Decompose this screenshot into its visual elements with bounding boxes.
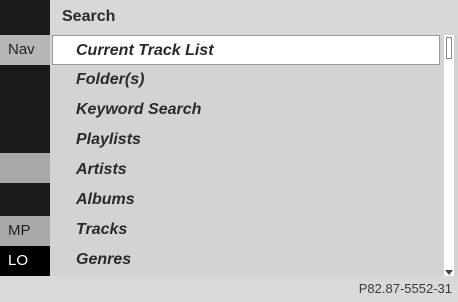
- background-menu: Nav MP LO: [0, 0, 50, 276]
- list-item-keyword-search[interactable]: Keyword Search: [50, 95, 442, 125]
- background-menu-blank-2: [0, 65, 50, 153]
- background-menu-blank: [0, 0, 50, 35]
- media-screen: Nav MP LO Search Current Track List Fold…: [0, 0, 458, 276]
- list-item-playlists[interactable]: Playlists: [50, 125, 442, 155]
- triangle-down-icon[interactable]: [445, 270, 453, 275]
- list-item-tracks[interactable]: Tracks: [50, 215, 442, 245]
- search-list: Current Track List Folder(s) Keyword Sea…: [50, 35, 448, 276]
- background-menu-item-mp[interactable]: MP: [0, 216, 50, 246]
- list-item-genres[interactable]: Genres: [50, 245, 442, 275]
- list-item-current-track-list[interactable]: Current Track List: [52, 35, 440, 65]
- figure-code: P82.87-5552-31: [358, 281, 452, 296]
- background-menu-item-nav[interactable]: Nav: [0, 35, 50, 65]
- background-menu-blank-3: [0, 183, 50, 216]
- scrollbar[interactable]: [444, 35, 454, 276]
- list-item-folders[interactable]: Folder(s): [50, 65, 442, 95]
- search-header: Search: [50, 0, 458, 35]
- list-item-albums[interactable]: Albums: [50, 185, 442, 215]
- background-menu-item-highlight[interactable]: [0, 153, 50, 183]
- background-menu-item-lo[interactable]: LO: [0, 246, 50, 276]
- scroll-thumb[interactable]: [446, 37, 452, 59]
- search-title: Search: [62, 8, 116, 25]
- list-item-artists[interactable]: Artists: [50, 155, 442, 185]
- search-panel: Search Current Track List Folder(s) Keyw…: [50, 0, 458, 276]
